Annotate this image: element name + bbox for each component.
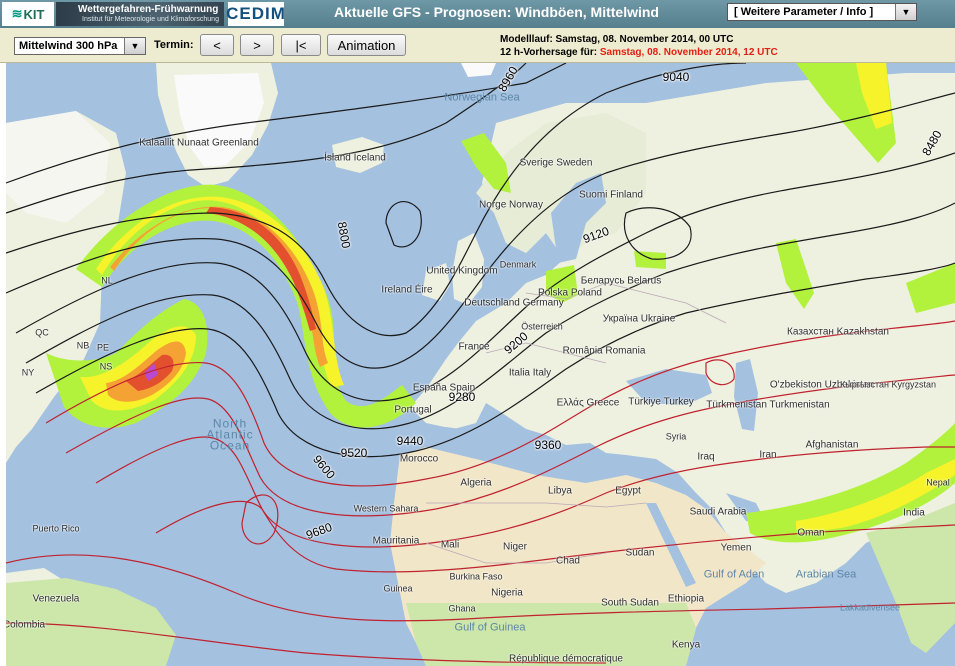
place-label: Morocco — [399, 453, 439, 465]
sea-label: Gulf of Aden — [703, 568, 765, 581]
sea-label: Lakkadivensee — [839, 602, 901, 613]
place-label: Norge Norway — [479, 199, 543, 211]
place-label: Ελλάς Greece — [556, 397, 620, 409]
place-label: Ireland Éire — [381, 284, 433, 296]
place-label: République démocratique — [509, 653, 623, 665]
place-label: Kenya — [671, 639, 701, 651]
place-label: Oman — [797, 527, 825, 539]
ukraine-wind-patch — [634, 251, 666, 269]
place-label: NS — [99, 361, 113, 372]
banner-title: Wettergefahren-Frühwarnung — [78, 4, 219, 15]
place-label: South Sudan — [601, 597, 659, 609]
place-label: Кыргызстан Kyrgyzstan — [839, 379, 937, 390]
place-label: QC — [35, 327, 49, 338]
first-button[interactable]: |< — [281, 34, 321, 56]
page-title: Aktuelle GFS - Prognosen: Windböen, Mitt… — [334, 4, 659, 20]
place-label: Iran — [759, 449, 777, 461]
place-label: Sudan — [625, 547, 655, 559]
level-select[interactable]: Mittelwind 300 hPa ▼ — [14, 37, 146, 55]
place-label: Afghanistan — [805, 439, 859, 451]
place-label: Portugal — [394, 404, 432, 416]
place-label: Беларусь Belarus — [580, 275, 662, 287]
place-label: Egypt — [615, 485, 641, 497]
place-label: Kalaallit Nunaat Greenland — [139, 137, 259, 149]
place-label: Algeria — [460, 477, 492, 489]
model-run-text: Modelllauf: Samstag, 08. November 2014, … — [500, 34, 734, 45]
animation-button[interactable]: Animation — [327, 34, 406, 56]
triangle-down-icon[interactable]: ▼ — [124, 38, 145, 54]
place-label: Denmark — [499, 259, 537, 270]
place-label: Polska Poland — [538, 287, 602, 299]
level-select-value: Mittelwind 300 hPa — [19, 40, 118, 52]
place-label: Chad — [556, 555, 580, 567]
place-label: Niger — [503, 541, 527, 553]
cedim-logo-text: CEDIM — [226, 4, 286, 23]
place-label: Puerto Rico — [32, 523, 80, 534]
contour-label-9520: 9520 — [340, 446, 368, 460]
kit-logo[interactable]: ≋ KIT — [2, 2, 54, 26]
warning-banner[interactable]: Wettergefahren-Frühwarnung Institut für … — [56, 2, 224, 26]
place-label: Nepal — [926, 477, 950, 488]
place-label: Україна Ukraine — [602, 313, 676, 325]
toolbar: Mittelwind 300 hPa ▼ Termin: < > |< Anim… — [0, 28, 955, 63]
place-label: NB — [76, 340, 90, 351]
forecast-line: 12 h-Vorhersage für: Samstag, 08. Novemb… — [500, 46, 778, 59]
place-label: Österreich — [521, 321, 563, 332]
forecast-time: Samstag, 08. November 2014, 12 UTC — [599, 47, 778, 58]
place-label: Ísland Iceland — [324, 152, 386, 164]
place-label: Nigeria — [491, 587, 523, 599]
place-label: United Kingdom — [426, 265, 498, 277]
place-label: Suomi Finland — [579, 189, 643, 201]
place-label: Ghana — [448, 603, 476, 614]
place-label: Colombia — [6, 619, 46, 631]
parameter-select-value: [ Weitere Parameter / Info ] — [734, 6, 874, 18]
place-label: Venezuela — [32, 593, 80, 605]
place-label: Western Sahara — [353, 503, 419, 514]
previous-button[interactable]: < — [200, 34, 234, 56]
place-label: Burkina Faso — [449, 571, 503, 582]
place-label: Iraq — [697, 451, 715, 463]
termin-label: Termin: — [154, 39, 194, 51]
next-button[interactable]: > — [240, 34, 274, 56]
place-label: Sverige Sweden — [519, 157, 593, 169]
kit-wave-icon: ≋ — [11, 6, 23, 21]
sea-label: Gulf of Guinea — [454, 621, 526, 634]
sea-label: Norwegian Sea — [444, 91, 520, 104]
contour-label-9360: 9360 — [534, 438, 562, 452]
place-label: France — [458, 341, 490, 353]
place-label: España Spain — [412, 382, 476, 394]
place-label: Türkmenistan Turkmenistan — [706, 399, 830, 411]
triangle-down-icon[interactable]: ▼ — [895, 4, 916, 20]
place-label: Mali — [440, 539, 460, 551]
place-label: Guinea — [383, 583, 413, 594]
place-label: NL — [101, 275, 113, 286]
place-label: PE — [96, 342, 110, 353]
place-label: India — [903, 507, 925, 519]
place-label: Deutschland Germany — [464, 297, 564, 309]
kit-logo-text: KIT — [23, 6, 45, 22]
ocean-label: North Atlantic Ocean — [206, 416, 254, 453]
place-label: Saudi Arabia — [689, 506, 747, 518]
place-label: Mauritania — [372, 535, 420, 547]
forecast-prefix: 12 h-Vorhersage für: — [500, 47, 598, 58]
cedim-logo[interactable]: CEDIM — [226, 2, 286, 26]
place-label: NY — [21, 367, 35, 378]
contour-label-9040: 9040 — [662, 70, 690, 84]
place-label: România Romania — [562, 345, 646, 357]
header-bar: ≋ KIT Wettergefahren-Frühwarnung Institut… — [0, 0, 955, 28]
contour-label-9440: 9440 — [396, 434, 424, 448]
place-label: Syria — [665, 431, 687, 442]
place-label: Казахстан Kazakhstan — [787, 326, 889, 338]
sea-label: Arabian Sea — [795, 568, 857, 581]
place-label: Türkiye Turkey — [628, 396, 694, 408]
place-label: Yemen — [720, 542, 752, 554]
place-label: Ethiopia — [667, 593, 705, 605]
place-label: Libya — [548, 485, 572, 497]
parameter-select[interactable]: [ Weitere Parameter / Info ] ▼ — [727, 3, 917, 21]
run-info: Modelllauf: Samstag, 08. November 2014, … — [500, 33, 778, 59]
banner-subtitle: Institut für Meteorologie und Klimaforsc… — [82, 16, 219, 23]
weather-map[interactable]: 8960 9040 8480 8800 9120 9200 9280 9360 … — [6, 63, 955, 666]
place-label: Italia Italy — [508, 367, 552, 379]
